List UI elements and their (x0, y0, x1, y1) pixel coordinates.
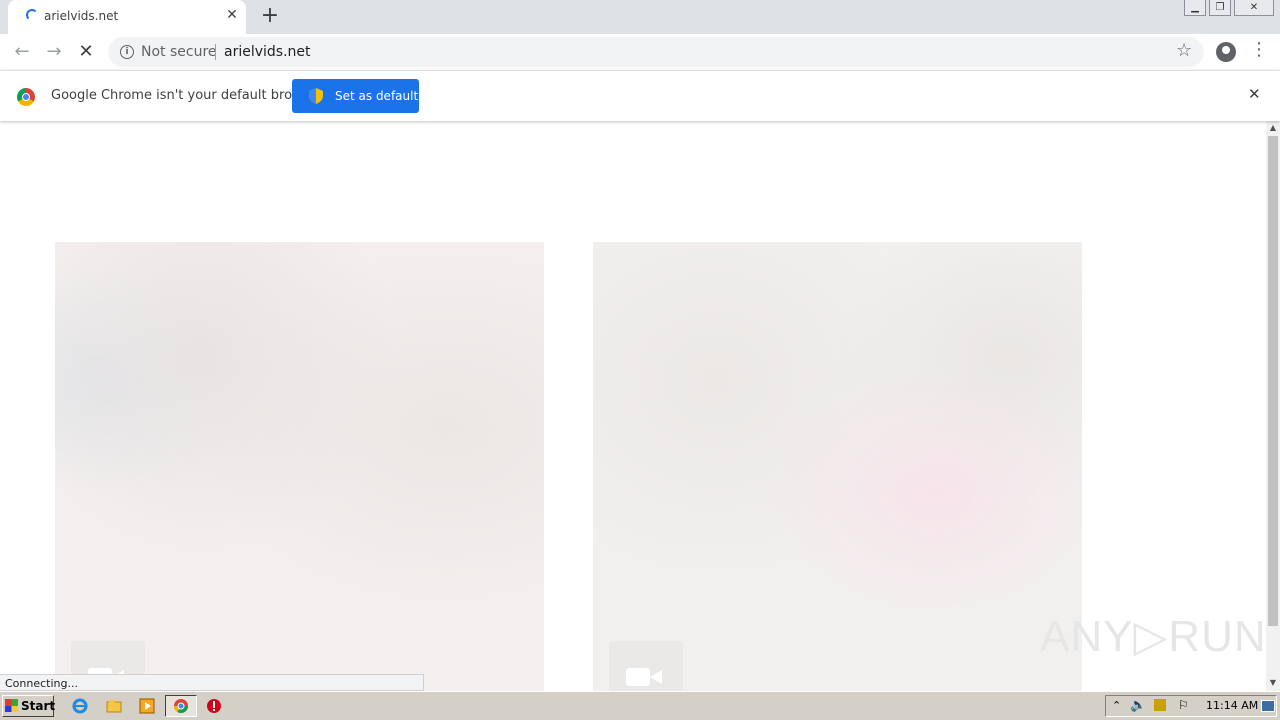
video-badge (609, 641, 683, 691)
windows-taskbar: Start ⌃ 🔈 ⚐ 11:14 AM (0, 691, 1280, 720)
uac-shield-icon (309, 88, 323, 104)
bookmark-star-icon[interactable]: ☆ (1176, 40, 1192, 61)
scroll-thumb[interactable] (1268, 136, 1278, 626)
security-status[interactable]: Not secure (141, 44, 217, 60)
file-explorer-icon[interactable] (106, 698, 122, 714)
browser-toolbar: ← → ✕ i Not secure arielvids.net ☆ ⋮ (0, 34, 1280, 70)
divider (215, 44, 216, 60)
tab-strip: arielvids.net ✕ + ▁ ❐ ✕ (0, 0, 1280, 34)
scroll-up-arrow-icon[interactable]: ▲ (1266, 121, 1280, 135)
system-tray: ⌃ 🔈 ⚐ 11:14 AM (1105, 695, 1277, 717)
infobar-message: Google Chrome isn't your default browser (51, 88, 323, 103)
internet-explorer-icon[interactable] (72, 698, 88, 714)
windows-logo-icon (5, 699, 18, 712)
status-bubble: Connecting... (0, 674, 424, 691)
security-warning-icon[interactable] (206, 698, 222, 714)
chrome-taskbar-button[interactable] (165, 695, 197, 717)
profile-avatar-icon[interactable] (1216, 42, 1236, 62)
infobar-close-icon[interactable]: ✕ (1248, 85, 1261, 103)
scroll-down-arrow-icon[interactable]: ▼ (1266, 676, 1280, 690)
restore-button[interactable]: ❐ (1209, 0, 1231, 16)
show-desktop-icon[interactable] (1261, 700, 1275, 712)
show-hidden-icons-icon[interactable]: ⌃ (1112, 699, 1121, 712)
chrome-icon (174, 699, 188, 713)
video-thumbnail[interactable] (593, 242, 1082, 691)
page-content: ANY▷RUN (0, 121, 1266, 691)
new-tab-button[interactable]: + (258, 3, 282, 28)
video-thumbnail[interactable] (55, 242, 544, 691)
loading-spinner-icon (26, 9, 38, 21)
start-label: Start (21, 699, 56, 713)
tab-close-icon[interactable]: ✕ (224, 7, 240, 23)
anyrun-watermark: ANY▷RUN (1040, 612, 1266, 661)
start-button[interactable]: Start (2, 695, 56, 717)
vertical-scrollbar[interactable]: ▲ ▼ (1266, 121, 1280, 691)
set-as-default-button[interactable]: Set as default (292, 79, 419, 113)
menu-kebab-icon[interactable]: ⋮ (1250, 39, 1268, 60)
browser-tab[interactable]: arielvids.net ✕ (8, 0, 246, 34)
close-window-button[interactable]: ✕ (1234, 0, 1274, 16)
info-icon[interactable]: i (120, 45, 134, 59)
back-button[interactable]: ← (10, 40, 34, 64)
stop-loading-button[interactable]: ✕ (74, 40, 98, 64)
default-browser-infobar: Google Chrome isn't your default browser… (0, 70, 1280, 121)
volume-icon[interactable]: 🔈 (1130, 698, 1146, 713)
set-as-default-label: Set as default (335, 89, 419, 103)
action-center-flag-icon[interactable]: ⚐ (1178, 698, 1189, 712)
forward-button[interactable]: → (42, 40, 66, 64)
address-bar[interactable]: i Not secure arielvids.net ☆ (108, 37, 1204, 67)
media-player-icon[interactable] (139, 698, 155, 714)
video-camera-icon (626, 668, 662, 686)
minimize-button[interactable]: ▁ (1184, 0, 1206, 16)
taskbar-clock[interactable]: 11:14 AM (1206, 699, 1258, 712)
network-icon[interactable] (1154, 699, 1166, 711)
tab-title: arielvids.net (44, 9, 119, 23)
chrome-logo-icon (17, 88, 35, 106)
url-text[interactable]: arielvids.net (224, 44, 311, 60)
